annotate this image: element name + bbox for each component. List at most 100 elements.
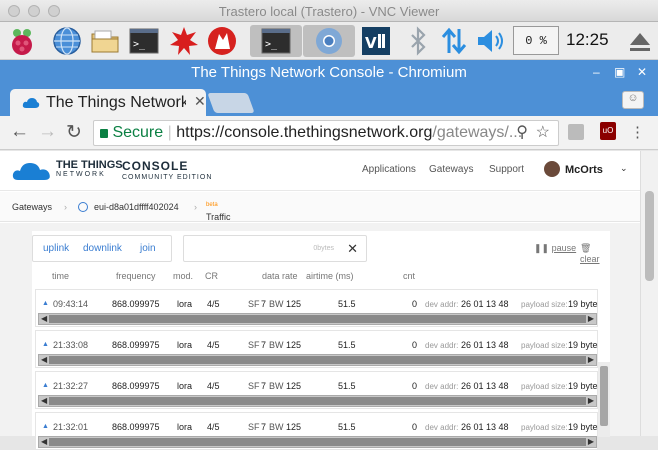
bluetooth-icon[interactable] [402,25,434,57]
traffic-row[interactable]: ▲ 21:32:01 868.099975 lora 4/5 SF 7 BW 1… [35,412,598,450]
bookmark-star-icon[interactable]: ☆ [536,121,550,145]
dev-addr-label: dev addr: [425,382,459,391]
ublock-icon[interactable]: uO [600,122,616,140]
traffic-row[interactable]: ▲ 21:33:08 868.099975 lora 4/5 SF 7 BW 1… [35,330,598,368]
filter-join[interactable]: join [140,243,156,254]
scroll-left-icon[interactable]: ◀ [41,437,47,446]
minimize-icon[interactable]: – [593,60,600,85]
row-hscrollbar[interactable]: ◀ ▶ [38,395,597,407]
row-hscrollbar-thumb[interactable] [49,438,586,446]
chevron-down-icon[interactable]: ⌄ [620,163,628,174]
row-hscrollbar-thumb[interactable] [49,397,586,405]
scroll-right-icon[interactable]: ▶ [588,314,594,323]
back-icon[interactable]: ← [10,121,29,143]
nav-gateways[interactable]: Gateways [429,164,473,175]
scroll-right-icon[interactable]: ▶ [588,396,594,405]
row-payload: 19 bytes [568,381,598,391]
scroll-right-icon[interactable]: ▶ [588,355,594,364]
scroll-left-icon[interactable]: ◀ [41,314,47,323]
row-sf-label: SF [248,422,260,432]
traffic-row[interactable]: ▲ 09:43:14 868.099975 lora 4/5 SF 7 BW 1… [35,289,598,327]
page-scrollbar-thumb[interactable] [645,191,654,281]
filter-downlink[interactable]: downlink [83,243,122,254]
row-frequency: 868.099975 [112,340,160,350]
zoom-search-icon[interactable]: ⚲ [516,121,528,145]
raspberry-menu-icon[interactable] [6,25,38,57]
row-hscrollbar[interactable]: ◀ ▶ [38,354,597,366]
scroll-right-icon[interactable]: ▶ [588,437,594,446]
cpu-usage-monitor[interactable]: 0 % [513,26,559,55]
new-tab-button[interactable] [207,93,255,113]
maximize-icon[interactable]: ▣ [614,60,625,85]
extension-icon[interactable] [568,124,584,140]
row-sf: 7 [261,299,267,309]
clear-button[interactable]: 🗑 clear [580,243,610,264]
row-cnt: 0 [412,340,418,350]
row-bw: 125 [286,422,302,432]
chromium-window-icon[interactable] [303,25,355,57]
address-bar[interactable]: Secure | https://console.thethingsnetwor… [93,120,559,146]
profile-icon[interactable]: ☺ [622,91,644,109]
forward-icon[interactable]: → [38,121,57,143]
terminal-window-icon[interactable]: >_ [250,25,302,57]
reload-icon[interactable]: ↻ [66,121,82,144]
tab-ttn-console[interactable]: The Things Network Console ✕ [10,89,206,116]
avatar[interactable] [544,161,560,177]
brand-line2: NETWORK [56,171,106,178]
row-airtime: 51.5 [338,299,356,309]
nav-support[interactable]: Support [489,164,524,175]
row-bw: 125 [286,299,302,309]
breadcrumb-gateway-id[interactable]: eui-d8a01dffff402024 [94,202,179,212]
row-hscrollbar[interactable]: ◀ ▶ [38,436,597,448]
close-icon[interactable]: ✕ [637,60,647,85]
ttn-logo-icon[interactable] [12,160,52,182]
row-hscrollbar[interactable]: ◀ ▶ [38,313,597,325]
brand-line1: THE THINGS [56,159,123,171]
scroll-left-icon[interactable]: ◀ [41,396,47,405]
web-browser-icon[interactable] [51,25,83,57]
row-hscrollbar-thumb[interactable] [49,356,586,364]
uplink-arrow-icon: ▲ [42,423,49,430]
pause-icon: ❚❚ [534,243,550,253]
breadcrumb-gateways[interactable]: Gateways [12,202,52,212]
network-icon[interactable] [438,25,470,57]
row-airtime: 51.5 [338,422,356,432]
vnc-server-icon[interactable]: V [360,25,392,57]
pause-button[interactable]: ❚❚ pause [534,243,576,254]
search-input[interactable]: 0bytes ✕ [183,235,367,262]
tab-close-icon[interactable]: ✕ [194,93,206,110]
mathematica-icon[interactable] [168,25,200,57]
filter-uplink[interactable]: uplink [43,243,69,254]
payload-size-label: payload size: [521,341,568,350]
row-frequency: 868.099975 [112,381,160,391]
menu-icon[interactable]: ⋮ [630,123,645,141]
list-scrollbar[interactable] [598,362,610,437]
file-manager-icon[interactable] [89,25,121,57]
terminal-icon[interactable]: >_ [128,25,160,57]
row-hscrollbar-thumb[interactable] [49,315,586,323]
scroll-left-icon[interactable]: ◀ [41,355,47,364]
user-name[interactable]: McOrts [565,164,603,176]
row-sf-label: SF [248,381,260,391]
gateway-icon [78,202,88,212]
wolfram-icon[interactable] [206,25,238,57]
row-cnt: 0 [412,381,418,391]
browser-toolbar: ← → ↻ Secure | https://console.thethings… [0,116,658,150]
clear-filter-icon[interactable]: ✕ [347,241,358,257]
col-airtime: airtime (ms) [306,271,354,281]
row-dev-addr: 26 01 13 48 [461,299,509,309]
volume-icon[interactable] [474,25,506,57]
clock[interactable]: 12:25 [566,30,609,50]
page-scrollbar[interactable] [640,151,658,436]
row-frequency: 868.099975 [112,299,160,309]
row-bw: 125 [286,340,302,350]
nav-applications[interactable]: Applications [362,164,416,175]
row-bw: 125 [286,381,302,391]
list-scrollbar-thumb[interactable] [600,366,608,426]
row-bw-label: BW [269,422,284,432]
traffic-row[interactable]: ▲ 21:32:27 868.099975 lora 4/5 SF 7 BW 1… [35,371,598,409]
eject-icon[interactable] [624,25,656,57]
row-bw-label: BW [269,381,284,391]
row-dev-addr: 26 01 13 48 [461,422,509,432]
svg-text:>_: >_ [265,39,278,50]
